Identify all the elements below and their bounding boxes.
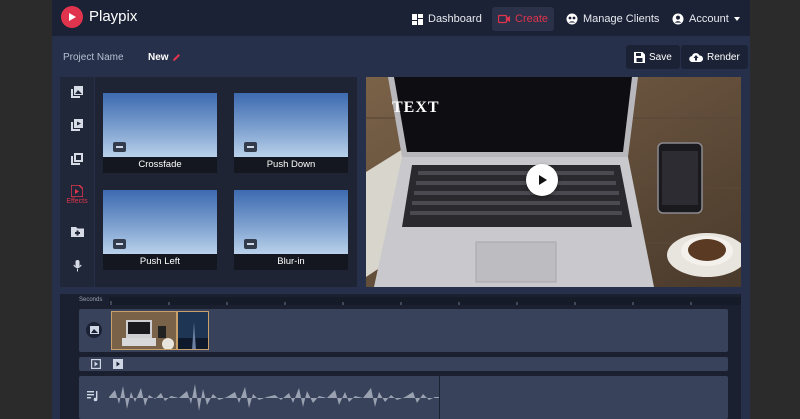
tool-photos[interactable] bbox=[60, 77, 94, 107]
tools-sidebar: Effects bbox=[60, 77, 94, 287]
add-effect-icon[interactable] bbox=[91, 359, 101, 369]
tool-videos[interactable] bbox=[60, 110, 94, 140]
tool-images[interactable] bbox=[60, 144, 94, 174]
effect-clip-icon[interactable] bbox=[113, 359, 123, 369]
effects-panel: Crossfade Push Down Push Left Blur-in bbox=[95, 77, 357, 287]
dashboard-icon bbox=[412, 13, 423, 25]
video-track[interactable] bbox=[79, 309, 728, 352]
nav-manage-clients-label: Manage Clients bbox=[583, 13, 660, 25]
playpix-logo-icon[interactable] bbox=[61, 6, 83, 28]
effect-thumbnail bbox=[103, 93, 217, 157]
project-name-label: Project Name bbox=[63, 52, 124, 63]
nav-dashboard[interactable]: Dashboard bbox=[406, 7, 488, 31]
render-button-label: Render bbox=[707, 51, 740, 63]
nav-manage-clients[interactable]: Manage Clients bbox=[560, 7, 665, 31]
audio-track[interactable] bbox=[79, 376, 728, 419]
effect-thumbnail bbox=[103, 190, 217, 254]
effect-thumbnail bbox=[234, 190, 348, 254]
nav-create[interactable]: Create bbox=[492, 7, 555, 31]
caret-down-icon bbox=[733, 17, 740, 21]
effect-tag-icon bbox=[113, 142, 126, 152]
tool-audio[interactable] bbox=[60, 251, 94, 281]
effect-card-crossfade[interactable]: Crossfade bbox=[103, 93, 217, 173]
microphone-icon bbox=[72, 260, 82, 272]
effect-tag-icon bbox=[244, 239, 257, 249]
effect-label: Push Down bbox=[266, 159, 316, 170]
audio-note-icon[interactable] bbox=[87, 390, 99, 402]
video-preview[interactable]: TEXT bbox=[366, 77, 741, 287]
account-icon bbox=[672, 13, 684, 25]
edit-pencil-icon[interactable] bbox=[172, 53, 181, 62]
cloud-upload-icon bbox=[689, 53, 703, 62]
app-window: Playpix Dashboard Create Manage Clients bbox=[52, 0, 750, 419]
effects-track[interactable] bbox=[79, 357, 728, 371]
tool-upload[interactable] bbox=[60, 216, 94, 246]
timeline-clip-laptop[interactable] bbox=[111, 311, 177, 350]
effect-tag-icon bbox=[113, 239, 126, 249]
image-track-icon[interactable] bbox=[86, 322, 102, 338]
seconds-label: Seconds bbox=[79, 297, 103, 303]
clients-icon bbox=[566, 13, 578, 25]
audio-waveform[interactable] bbox=[109, 376, 439, 419]
tool-effects-label: Effects bbox=[66, 198, 88, 205]
preview-overlay-text[interactable]: TEXT bbox=[392, 99, 440, 117]
timeline-panel: Seconds bbox=[60, 294, 741, 419]
upload-folder-icon bbox=[70, 226, 84, 237]
nav-create-label: Create bbox=[515, 13, 549, 25]
tool-effects[interactable]: Effects bbox=[60, 180, 94, 210]
nav-dashboard-label: Dashboard bbox=[428, 13, 482, 25]
effect-label: Blur-in bbox=[277, 256, 305, 267]
top-navbar: Playpix Dashboard Create Manage Clients bbox=[52, 0, 750, 36]
effect-thumbnail bbox=[234, 93, 348, 157]
video-library-icon bbox=[71, 119, 83, 131]
timeline-clip-night[interactable] bbox=[177, 311, 209, 350]
image-library-icon bbox=[71, 153, 83, 165]
project-name-value[interactable]: New bbox=[148, 52, 169, 63]
play-button[interactable] bbox=[526, 164, 558, 196]
time-ruler[interactable] bbox=[109, 297, 741, 305]
effect-card-blur-in[interactable]: Blur-in bbox=[234, 190, 348, 270]
video-camera-icon bbox=[498, 14, 510, 24]
save-button-label: Save bbox=[649, 51, 672, 63]
brand-name[interactable]: Playpix bbox=[89, 8, 137, 25]
floppy-save-icon bbox=[634, 51, 645, 63]
effect-label: Crossfade bbox=[138, 159, 182, 170]
render-button[interactable]: Render bbox=[681, 45, 748, 69]
nav-account[interactable]: Account bbox=[666, 7, 746, 31]
save-button[interactable]: Save bbox=[626, 45, 680, 69]
effect-card-push-down[interactable]: Push Down bbox=[234, 93, 348, 173]
nav-account-label: Account bbox=[689, 13, 729, 25]
playhead-marker[interactable] bbox=[439, 376, 440, 419]
play-icon bbox=[539, 175, 547, 185]
effect-tag-icon bbox=[244, 142, 257, 152]
effects-icon bbox=[71, 185, 83, 197]
effect-card-push-left[interactable]: Push Left bbox=[103, 190, 217, 270]
photo-library-icon bbox=[71, 86, 83, 98]
effect-label: Push Left bbox=[139, 256, 181, 267]
